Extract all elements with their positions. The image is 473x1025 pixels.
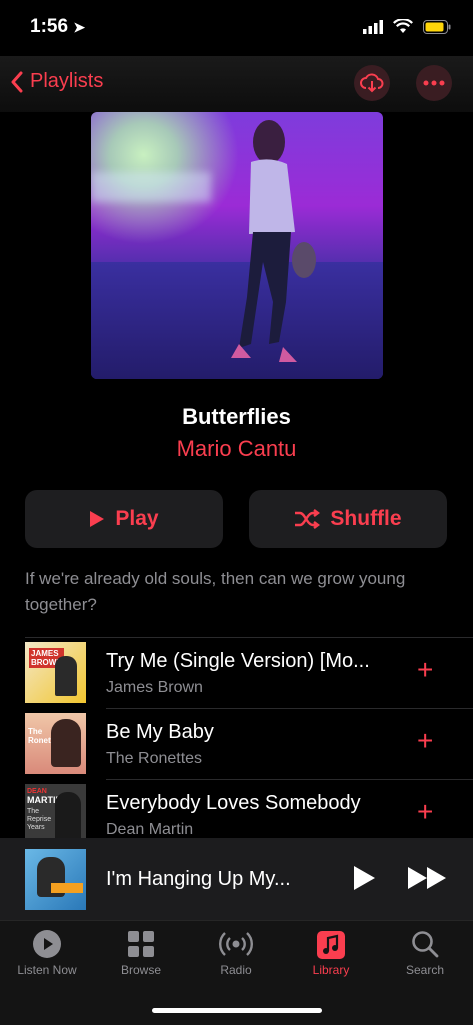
now-playing-artwork (25, 849, 86, 910)
track-artwork: JAMES BROWN (25, 642, 86, 703)
tab-label: Radio (220, 963, 252, 977)
ellipsis-icon (423, 80, 445, 86)
cloud-download-icon (360, 73, 384, 93)
art-text: Years (27, 824, 45, 831)
play-label: Play (115, 507, 159, 530)
add-plus-icon[interactable]: + (417, 798, 433, 826)
tab-label: Search (405, 963, 445, 977)
tab-label: Library (312, 963, 350, 977)
radio-waves-icon (219, 932, 253, 956)
location-arrow-icon: ➤ (73, 19, 86, 35)
more-options-button[interactable] (416, 65, 452, 101)
shuffle-icon (295, 509, 321, 529)
playlist-description: If we're already old souls, then can we … (25, 569, 406, 614)
tab-label: Browse (120, 963, 161, 977)
tab-search[interactable]: Search (378, 928, 472, 977)
tab-library[interactable]: Library (284, 928, 378, 977)
playlist-artwork (91, 112, 383, 379)
home-indicator[interactable] (152, 1008, 322, 1013)
play-icon (354, 866, 375, 890)
track-artwork: DEAN MARTIN The Reprise Years (25, 784, 86, 845)
track-row[interactable]: The Ronettes Be My Baby The Ronettes + (25, 709, 473, 779)
back-label: Playlists (30, 70, 104, 92)
back-button[interactable]: Playlists (10, 70, 103, 93)
track-title: Everybody Loves Somebody (106, 792, 361, 814)
grid-icon (128, 931, 154, 957)
fast-forward-icon (408, 867, 446, 889)
playlist-title: Butterflies (182, 404, 291, 429)
track-artist: James Brown (106, 679, 203, 696)
chevron-left-icon (11, 71, 23, 92)
add-plus-icon[interactable]: + (417, 727, 433, 755)
art-text: The (27, 808, 40, 815)
shuffle-label: Shuffle (330, 507, 402, 530)
art-text: Reprise (27, 816, 52, 823)
download-button[interactable] (354, 65, 390, 101)
cellular-signal-icon (363, 19, 383, 34)
now-playing-title: I'm Hanging Up My... (106, 868, 291, 890)
status-time: 1:56 ➤ (30, 16, 85, 38)
music-note-icon (317, 931, 345, 959)
time-text: 1:56 (30, 16, 69, 37)
track-title: Try Me (Single Version) [Mo... (106, 650, 370, 672)
art-text: JAMES (31, 649, 59, 658)
search-icon (412, 931, 439, 958)
track-row[interactable]: JAMES BROWN Try Me (Single Version) [Mo.… (25, 638, 473, 708)
status-icons (363, 19, 451, 34)
shuffle-button[interactable]: Shuffle (249, 490, 447, 548)
wifi-icon (393, 19, 413, 33)
play-icon (90, 511, 105, 527)
battery-icon (423, 19, 451, 34)
track-artwork: The Ronettes (25, 713, 86, 774)
playlist-author[interactable]: Mario Cantu (0, 436, 473, 462)
skip-forward-button[interactable] (407, 866, 447, 895)
tab-listen-now[interactable]: Listen Now (0, 928, 94, 977)
add-plus-icon[interactable]: + (417, 656, 433, 684)
tab-radio[interactable]: Radio (189, 928, 283, 977)
play-circle-icon (33, 930, 61, 958)
track-artist: Dean Martin (106, 821, 194, 838)
track-artist: The Ronettes (106, 750, 203, 767)
play-button[interactable]: Play (25, 490, 223, 548)
tab-browse[interactable]: Browse (94, 928, 188, 977)
person-silhouette (231, 120, 316, 362)
play-button-mini[interactable] (352, 865, 376, 896)
tab-label: Listen Now (17, 963, 77, 977)
track-title: Be My Baby (106, 721, 214, 743)
